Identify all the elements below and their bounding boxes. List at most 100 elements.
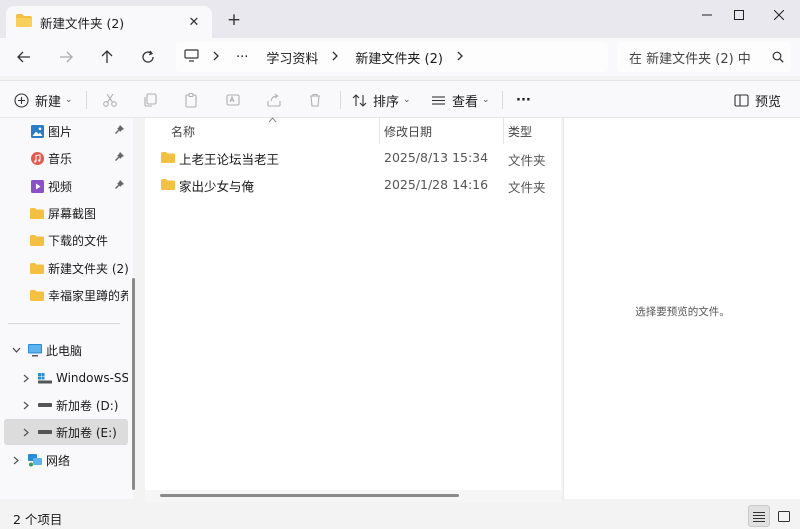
title-bar: 新建文件夹 (2) ✕ + xyxy=(0,0,800,38)
sidebar-item-label: 新加卷 (E:) xyxy=(56,425,117,440)
sidebar-item-drive-e[interactable]: 新加卷 (E:) xyxy=(4,419,128,445)
file-name: 家出少女与俺 xyxy=(179,179,255,194)
chevron-down-icon: ⌄ xyxy=(482,95,490,105)
rename-button[interactable] xyxy=(220,87,246,113)
copy-button[interactable] xyxy=(137,87,163,113)
file-type: 文件夹 xyxy=(508,153,546,168)
tab-title: 新建文件夹 (2) xyxy=(40,15,125,31)
arrow-right-icon xyxy=(60,51,73,63)
sidebar-item-videos[interactable]: 视频 xyxy=(4,173,128,199)
column-header-type[interactable]: 类型 xyxy=(508,118,558,144)
sidebar-item-windows-ssd[interactable]: Windows-SSD xyxy=(4,365,128,391)
preview-message: 选择要预览的文件。 xyxy=(635,306,730,318)
trash-icon xyxy=(310,93,320,107)
tab-close-icon[interactable]: ✕ xyxy=(186,14,202,30)
chevron-right-icon[interactable] xyxy=(18,401,34,410)
chevron-right-icon[interactable] xyxy=(18,428,34,437)
refresh-icon xyxy=(142,50,154,63)
rename-icon xyxy=(226,94,240,106)
divider xyxy=(340,91,341,109)
paste-button[interactable] xyxy=(178,87,204,113)
folder-icon xyxy=(16,14,32,30)
folder-icon xyxy=(30,288,44,302)
refresh-button[interactable] xyxy=(134,44,162,70)
back-button[interactable] xyxy=(10,44,38,70)
breadcrumb-current-folder[interactable]: 新建文件夹 (2) xyxy=(355,48,443,67)
cut-button[interactable] xyxy=(97,87,123,113)
tab-current-folder[interactable]: 新建文件夹 (2) ✕ xyxy=(6,6,212,38)
new-button[interactable]: 新建 ⌄ xyxy=(14,87,73,113)
chevron-right-icon[interactable] xyxy=(457,50,464,64)
chevron-right-icon[interactable] xyxy=(332,50,339,64)
chevron-down-icon: ⌄ xyxy=(403,95,411,105)
more-options-button[interactable]: ··· xyxy=(516,87,531,113)
column-header-date[interactable]: 修改日期 xyxy=(384,118,502,144)
file-date: 2025/8/13 15:34 xyxy=(384,150,489,165)
folder-icon xyxy=(161,151,175,166)
column-divider[interactable] xyxy=(379,118,380,144)
sidebar-item-label: 新加卷 (D:) xyxy=(56,398,119,413)
chevron-right-icon[interactable] xyxy=(213,50,220,64)
preview-button-label: 预览 xyxy=(755,94,782,110)
close-window-button[interactable] xyxy=(756,0,800,30)
computer-icon xyxy=(184,48,199,66)
music-icon xyxy=(30,151,44,165)
breadcrumb-overflow[interactable]: ··· xyxy=(236,50,248,65)
search-input[interactable]: 在 新建文件夹 (2) 中 xyxy=(629,48,765,67)
search-icon[interactable] xyxy=(765,51,791,63)
drive-icon xyxy=(38,398,52,412)
table-row[interactable]: 上老王论坛当老王 2025/8/13 15:34 文件夹 xyxy=(145,144,561,170)
file-name: 上老王论坛当老王 xyxy=(179,152,280,167)
address-bar[interactable]: ··· 学习资料 新建文件夹 (2) xyxy=(176,42,608,72)
sidebar-item-pictures[interactable]: 图片 xyxy=(4,118,128,144)
list-view-icon xyxy=(431,93,446,108)
sidebar-divider xyxy=(8,323,120,324)
breadcrumb-study-materials[interactable]: 学习资料 xyxy=(266,48,318,67)
chevron-right-icon[interactable] xyxy=(18,374,34,383)
view-button[interactable]: 查看 ⌄ xyxy=(431,87,490,113)
share-button[interactable] xyxy=(261,87,287,113)
details-view-button[interactable] xyxy=(748,505,770,527)
sidebar-item-drive-d[interactable]: 新加卷 (D:) xyxy=(4,392,128,418)
details-view-icon xyxy=(753,511,765,522)
file-list: 名称 修改日期 类型 上老王论坛当老王 2025/8/13 15:34 文件夹 … xyxy=(145,117,561,499)
delete-button[interactable] xyxy=(302,87,328,113)
arrow-up-icon xyxy=(101,50,113,63)
column-header-name[interactable]: 名称 xyxy=(171,118,379,144)
item-count: 2 个项目 xyxy=(13,512,63,527)
sidebar-scrollbar[interactable] xyxy=(132,278,135,490)
folder-icon xyxy=(30,233,44,247)
sort-button[interactable]: 排序 ⌄ xyxy=(352,87,411,113)
navigation-pane: 图片 音乐 视频 屏幕截图 下载的文件 新建文件夹 (2) 幸福家里蹲的养 此电… xyxy=(0,118,133,499)
sidebar-item-this-pc[interactable]: 此电脑 xyxy=(4,337,128,363)
drive-icon xyxy=(38,425,52,439)
sidebar-item-screenshots[interactable]: 屏幕截图 xyxy=(4,200,128,226)
sidebar-item-network[interactable]: 网络 xyxy=(4,447,128,473)
sidebar-item-downloads[interactable]: 下载的文件 xyxy=(4,227,128,253)
pin-icon[interactable] xyxy=(115,152,124,164)
sort-icon xyxy=(352,93,367,108)
chevron-down-icon[interactable] xyxy=(8,347,24,353)
sidebar-item-new-folder-2[interactable]: 新建文件夹 (2) xyxy=(4,255,128,281)
status-bar: 2 个项目 xyxy=(0,503,800,529)
sidebar-item-music[interactable]: 音乐 xyxy=(4,145,128,171)
up-button[interactable] xyxy=(93,44,121,70)
tiles-view-button[interactable] xyxy=(773,505,795,527)
new-tab-button[interactable]: + xyxy=(224,10,244,30)
copy-icon xyxy=(144,93,157,107)
forward-button[interactable] xyxy=(52,44,80,70)
search-box[interactable]: 在 新建文件夹 (2) 中 xyxy=(617,42,791,72)
preview-pane-button[interactable]: 预览 xyxy=(734,87,781,113)
pin-icon[interactable] xyxy=(115,180,124,192)
network-icon xyxy=(28,453,42,467)
sidebar-item-label: 下载的文件 xyxy=(48,233,109,248)
folder-icon xyxy=(161,178,175,193)
table-row[interactable]: 家出少女与俺 2025/1/28 14:16 文件夹 xyxy=(145,171,561,197)
divider xyxy=(502,91,503,109)
chevron-right-icon[interactable] xyxy=(8,456,24,465)
pin-icon[interactable] xyxy=(115,125,124,137)
file-type: 文件夹 xyxy=(508,180,546,195)
sidebar-item-folder[interactable]: 幸福家里蹲的养 xyxy=(4,282,128,308)
horizontal-scrollbar[interactable] xyxy=(160,494,459,497)
column-divider[interactable] xyxy=(503,118,504,144)
